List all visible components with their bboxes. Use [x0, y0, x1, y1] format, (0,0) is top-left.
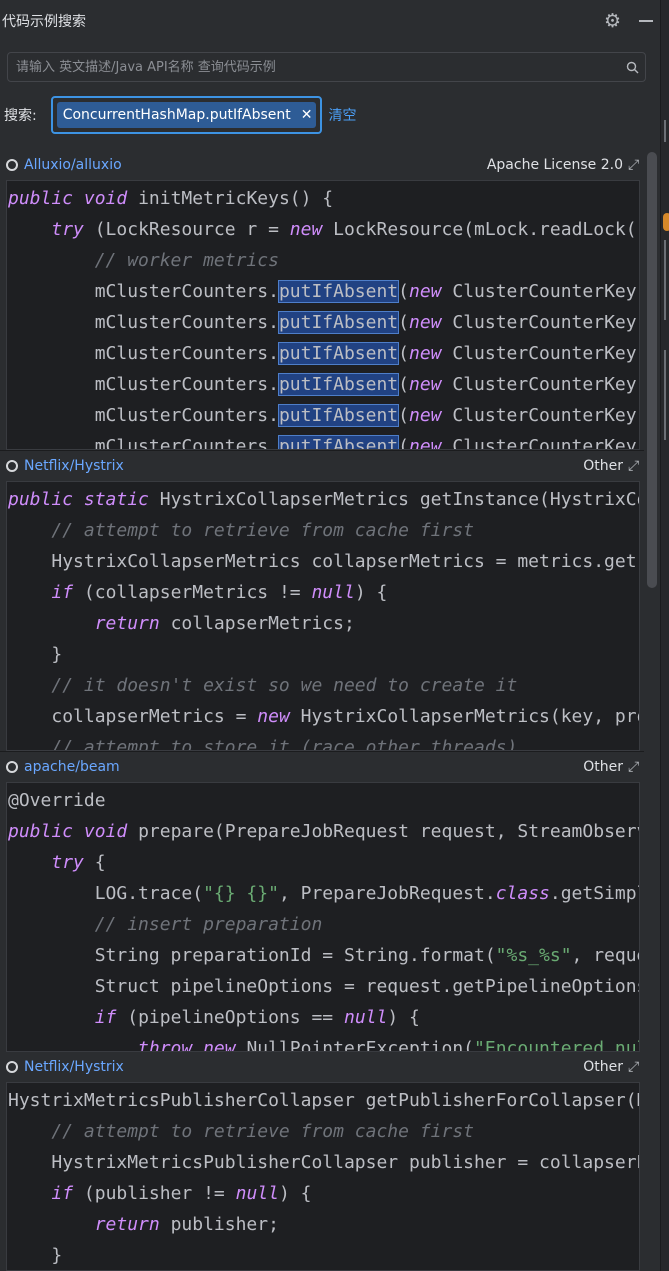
side-tab-marker[interactable]	[664, 120, 666, 142]
side-notification-icon[interactable]	[663, 213, 669, 231]
code-snippet[interactable]: @Override public void prepare(PrepareJob…	[6, 782, 640, 1052]
minimize-icon[interactable]	[639, 20, 653, 22]
repo-link[interactable]: Netflix/Hystrix	[0, 458, 124, 474]
gear-icon[interactable]: ⚙	[604, 10, 621, 32]
side-tab-marker[interactable]	[664, 350, 666, 440]
side-tab-marker[interactable]	[664, 240, 666, 320]
github-icon	[6, 460, 18, 472]
search-input[interactable]	[8, 58, 619, 76]
query-tag-focus-ring: ConcurrentHashMap.putIfAbsent ✕	[50, 96, 323, 134]
github-icon	[6, 761, 18, 773]
panel-title: 代码示例搜索	[2, 14, 86, 30]
repo-link[interactable]: apache/beam	[0, 759, 120, 775]
code-snippet[interactable]: HystrixMetricsPublisherCollapser getPubl…	[6, 1082, 640, 1271]
expand-icon[interactable]: ⤢	[628, 759, 644, 775]
repo-name: Netflix/Hystrix	[24, 458, 124, 474]
search-icon[interactable]	[619, 53, 645, 81]
github-icon	[6, 1061, 18, 1073]
search-box	[7, 52, 646, 82]
expand-icon[interactable]: ⤢	[628, 1059, 644, 1075]
code-snippet[interactable]: public void initMetricKeys() { try (Lock…	[6, 180, 640, 450]
api-highlight: putIfAbsent	[277, 311, 400, 334]
license-info: Other ⤢	[583, 1059, 644, 1075]
github-icon	[6, 159, 18, 171]
query-row: 搜索: ConcurrentHashMap.putIfAbsent ✕ 清空	[4, 94, 356, 136]
repo-name: apache/beam	[24, 759, 120, 775]
repo-link[interactable]: Alluxio/alluxio	[0, 157, 122, 173]
results-scrollbar[interactable]	[647, 152, 657, 588]
result-header: Netflix/Hystrix Other ⤢	[0, 451, 644, 481]
tool-window-header: 代码示例搜索 ⚙	[0, 0, 655, 42]
license-info: Other ⤢	[583, 458, 644, 474]
result-card: Netflix/Hystrix Other ⤢ public static Hy…	[0, 451, 644, 751]
result-card: Netflix/Hystrix Other ⤢ HystrixMetricsPu…	[0, 1052, 644, 1271]
api-highlight: putIfAbsent	[277, 342, 400, 365]
repo-link[interactable]: Netflix/Hystrix	[0, 1059, 124, 1075]
result-header: Netflix/Hystrix Other ⤢	[0, 1052, 644, 1082]
license-label: Other	[583, 458, 623, 474]
api-highlight: putIfAbsent	[277, 404, 400, 427]
api-highlight: putIfAbsent	[277, 435, 400, 449]
license-label: Other	[583, 1059, 623, 1075]
license-label: Apache License 2.0	[486, 157, 623, 173]
header-actions: ⚙	[604, 10, 655, 32]
query-tag-label: ConcurrentHashMap.putIfAbsent	[62, 107, 291, 123]
result-header: Alluxio/alluxio Apache License 2.0 ⤢	[0, 150, 644, 180]
license-label: Other	[583, 759, 623, 775]
license-info: Apache License 2.0 ⤢	[487, 157, 644, 173]
query-label: 搜索:	[4, 108, 37, 124]
license-info: Other ⤢	[583, 759, 644, 775]
repo-name: Netflix/Hystrix	[24, 1059, 124, 1075]
result-header: apache/beam Other ⤢	[0, 752, 644, 782]
result-card: apache/beam Other ⤢ @Override public voi…	[0, 752, 644, 1052]
remove-tag-icon[interactable]: ✕	[301, 107, 313, 123]
query-tag[interactable]: ConcurrentHashMap.putIfAbsent ✕	[56, 102, 317, 128]
api-highlight: putIfAbsent	[277, 373, 400, 396]
result-card: Alluxio/alluxio Apache License 2.0 ⤢ pub…	[0, 150, 644, 450]
expand-icon[interactable]: ⤢	[628, 458, 644, 474]
code-snippet[interactable]: public static HystrixCollapserMetrics ge…	[6, 481, 640, 751]
clear-button[interactable]: 清空	[328, 105, 356, 125]
side-tool-strip	[660, 0, 669, 1271]
expand-icon[interactable]: ⤢	[628, 157, 644, 173]
repo-name: Alluxio/alluxio	[24, 157, 122, 173]
api-highlight: putIfAbsent	[277, 280, 400, 303]
